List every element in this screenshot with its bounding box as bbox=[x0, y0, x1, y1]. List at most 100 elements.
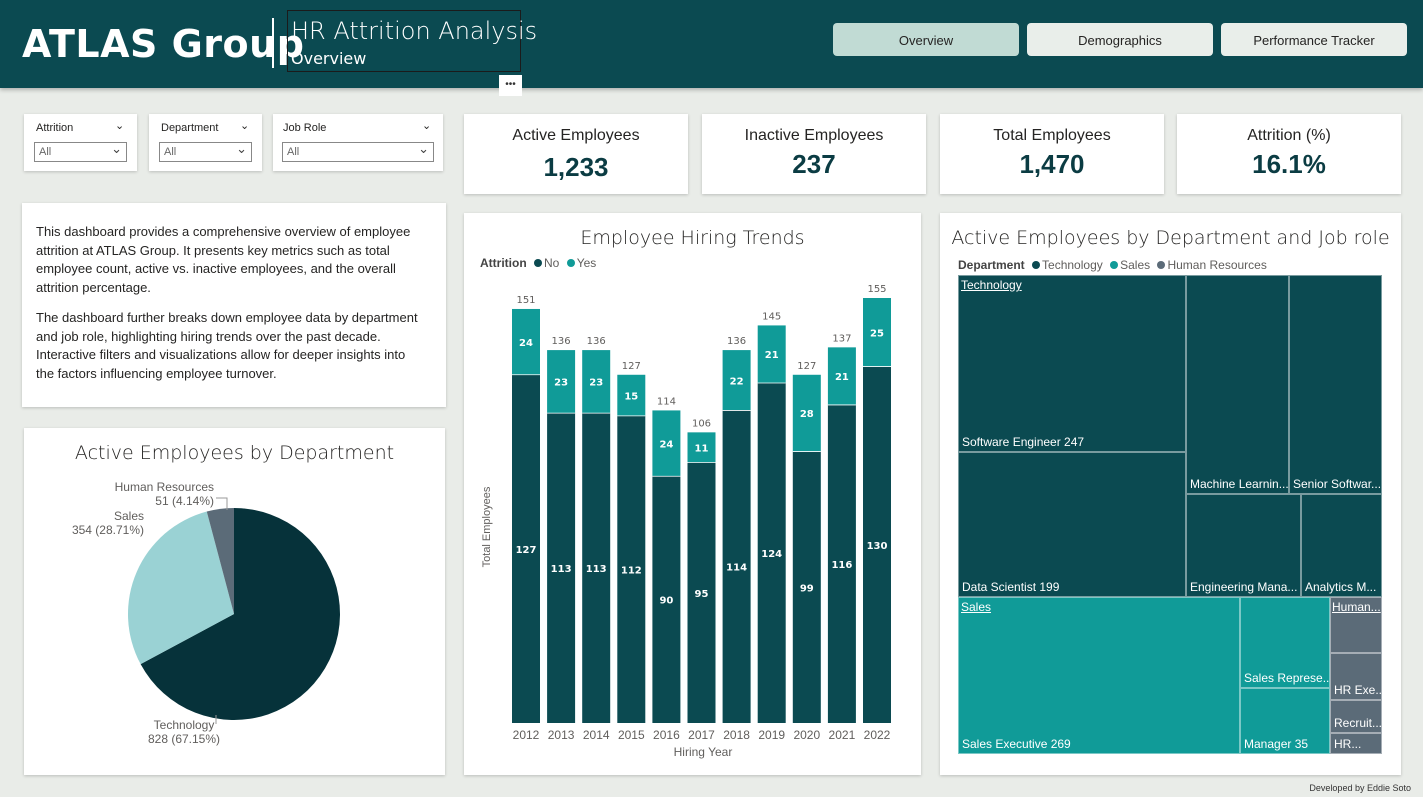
data-label-total: 151 bbox=[516, 295, 535, 306]
treemap-tile[interactable]: Software Engineer 247 bbox=[958, 275, 1186, 452]
treemap-tile[interactable]: Sales Represe... bbox=[1240, 597, 1330, 688]
kpi-value: 1,470 bbox=[1019, 149, 1085, 179]
kpi-value: 1,233 bbox=[543, 152, 609, 182]
treemap-tile[interactable]: HR Exe... bbox=[1330, 653, 1382, 700]
data-label-yes: 28 bbox=[800, 409, 814, 420]
legend-item-human-resources[interactable]: Human Resources bbox=[1167, 258, 1266, 272]
slice-name: Human Resources bbox=[114, 480, 214, 494]
pie-label-sales: Sales 354 (28.71%) bbox=[44, 509, 144, 537]
x-tick-label: 2014 bbox=[583, 728, 610, 742]
slicer-department[interactable]: Department ⌄ All ⌄ bbox=[149, 114, 262, 171]
slicer-value: All bbox=[164, 146, 177, 158]
slicer-attrition[interactable]: Attrition ⌄ All ⌄ bbox=[24, 114, 137, 171]
treemap-tile[interactable]: Data Scientist 199 bbox=[958, 452, 1186, 597]
kpi-card-inactive: Inactive Employees 237 bbox=[702, 114, 926, 194]
slicer-dropdown[interactable]: All ⌄ bbox=[282, 141, 434, 162]
x-tick-label: 2015 bbox=[618, 728, 645, 742]
data-label-yes: 11 bbox=[695, 443, 709, 454]
data-label-no: 99 bbox=[800, 583, 814, 594]
slice-name: Sales bbox=[113, 509, 144, 523]
treemap-group-header[interactable]: Sales bbox=[961, 600, 991, 614]
data-label-no: 124 bbox=[761, 549, 782, 560]
hiring-trends-card: Employee Hiring Trends Attrition No Yes … bbox=[464, 213, 921, 775]
x-tick-label: 2016 bbox=[653, 728, 680, 742]
chevron-down-icon: ⌄ bbox=[418, 141, 429, 156]
data-label-no: 112 bbox=[621, 565, 642, 576]
nav-button-demographics[interactable]: Demographics bbox=[1027, 23, 1213, 56]
treemap-tile[interactable]: Engineering Mana... bbox=[1186, 494, 1301, 597]
data-label-total: 155 bbox=[867, 284, 886, 295]
page-subtitle: Overview bbox=[291, 49, 367, 68]
data-label-total: 137 bbox=[832, 333, 851, 344]
chart-legend: Department Technology Sales Human Resour… bbox=[958, 258, 1267, 272]
treemap-tile-label: Sales Executive 269 bbox=[962, 737, 1071, 751]
treemap-tile[interactable]: Machine Learnin... bbox=[1186, 275, 1289, 494]
x-tick-label: 2022 bbox=[864, 728, 891, 742]
slicer-job-role[interactable]: Job Role ⌄ All ⌄ bbox=[273, 114, 443, 171]
data-label-yes: 15 bbox=[624, 391, 638, 402]
pie-chart-card: Active Employees by Department Human Res… bbox=[24, 428, 445, 775]
treemap-tile[interactable]: HR... bbox=[1330, 733, 1382, 754]
treemap-tile[interactable]: Manager 35 bbox=[1240, 688, 1330, 754]
legend-dot-icon bbox=[1032, 261, 1041, 269]
data-label-yes: 21 bbox=[835, 372, 849, 383]
data-label-total: 136 bbox=[587, 336, 606, 347]
chevron-down-icon[interactable]: ⌄ bbox=[422, 119, 431, 132]
slicer-value: All bbox=[39, 146, 52, 158]
slicer-dropdown[interactable]: All ⌄ bbox=[159, 141, 252, 162]
chevron-down-icon[interactable]: ⌄ bbox=[240, 119, 249, 132]
data-label-yes: 24 bbox=[519, 338, 533, 349]
chevron-down-icon: ⌄ bbox=[111, 141, 122, 156]
treemap-tile[interactable]: Recruit... bbox=[1330, 700, 1382, 733]
page-title: HR Attrition Analysis bbox=[291, 17, 538, 45]
x-tick-label: 2013 bbox=[548, 728, 575, 742]
more-options-button[interactable]: ••• bbox=[499, 75, 522, 96]
treemap-tile[interactable]: Analytics M... bbox=[1301, 494, 1382, 597]
legend-item-sales[interactable]: Sales bbox=[1120, 258, 1150, 272]
data-label-no: 127 bbox=[516, 545, 537, 556]
data-label-yes: 21 bbox=[765, 350, 779, 361]
data-label-total: 145 bbox=[762, 311, 781, 322]
kpi-label: Total Employees bbox=[993, 127, 1111, 144]
nav-button-performance-tracker[interactable]: Performance Tracker bbox=[1221, 23, 1407, 56]
treemap-tile-label: Analytics M... bbox=[1305, 580, 1377, 594]
data-label-yes: 23 bbox=[589, 378, 603, 389]
x-tick-label: 2018 bbox=[723, 728, 750, 742]
treemap-tile[interactable]: Senior Softwar... bbox=[1289, 275, 1382, 494]
kpi-value: 16.1% bbox=[1252, 149, 1326, 179]
treemap-card: Active Employees by Department and Job r… bbox=[940, 213, 1401, 775]
logo-divider bbox=[272, 18, 274, 68]
treemap-tile-label: Manager 35 bbox=[1244, 737, 1309, 751]
data-label-no: 113 bbox=[586, 564, 607, 575]
chevron-down-icon[interactable]: ⌄ bbox=[115, 119, 124, 132]
x-tick-label: 2019 bbox=[758, 728, 785, 742]
data-label-no: 113 bbox=[551, 564, 572, 575]
pie-label-human-resources: Human Resources 51 (4.14%) bbox=[84, 480, 214, 508]
data-label-yes: 25 bbox=[870, 328, 884, 339]
x-axis-label: Hiring Year bbox=[673, 745, 733, 759]
slicer-dropdown[interactable]: All ⌄ bbox=[34, 141, 127, 162]
slice-value: 828 (67.15%) bbox=[147, 732, 221, 746]
treemap-tile-label: Software Engineer 247 bbox=[962, 435, 1085, 449]
leader-line bbox=[216, 497, 228, 510]
treemap-group-header[interactable]: Technology bbox=[961, 278, 1022, 292]
footer-credit: Developed by Eddie Soto bbox=[1309, 783, 1411, 793]
treemap-tile-label: HR... bbox=[1334, 737, 1362, 751]
data-label-no: 114 bbox=[726, 563, 747, 574]
legend-item-technology[interactable]: Technology bbox=[1042, 258, 1103, 272]
slicer-title: Department bbox=[161, 122, 219, 134]
kpi-card-active: Active Employees 1,233 bbox=[464, 114, 688, 194]
data-label-no: 90 bbox=[659, 596, 673, 607]
company-logo: ATLAS Group bbox=[22, 22, 305, 66]
kpi-label: Attrition (%) bbox=[1247, 127, 1331, 144]
data-label-no: 130 bbox=[867, 541, 888, 552]
slicer-title: Job Role bbox=[283, 122, 327, 134]
nav-button-overview[interactable]: Overview bbox=[833, 23, 1019, 56]
data-label-total: 127 bbox=[797, 361, 816, 372]
treemap: Software Engineer 247 Machine Learnin... S… bbox=[958, 275, 1382, 754]
legend-title: Department bbox=[958, 258, 1025, 272]
treemap-tile[interactable]: Sales Executive 269 bbox=[958, 597, 1240, 754]
legend-dot-icon bbox=[1157, 261, 1166, 269]
treemap-tile-label: Sales Represe... bbox=[1244, 671, 1329, 685]
treemap-group-header[interactable]: Human... bbox=[1332, 600, 1381, 614]
